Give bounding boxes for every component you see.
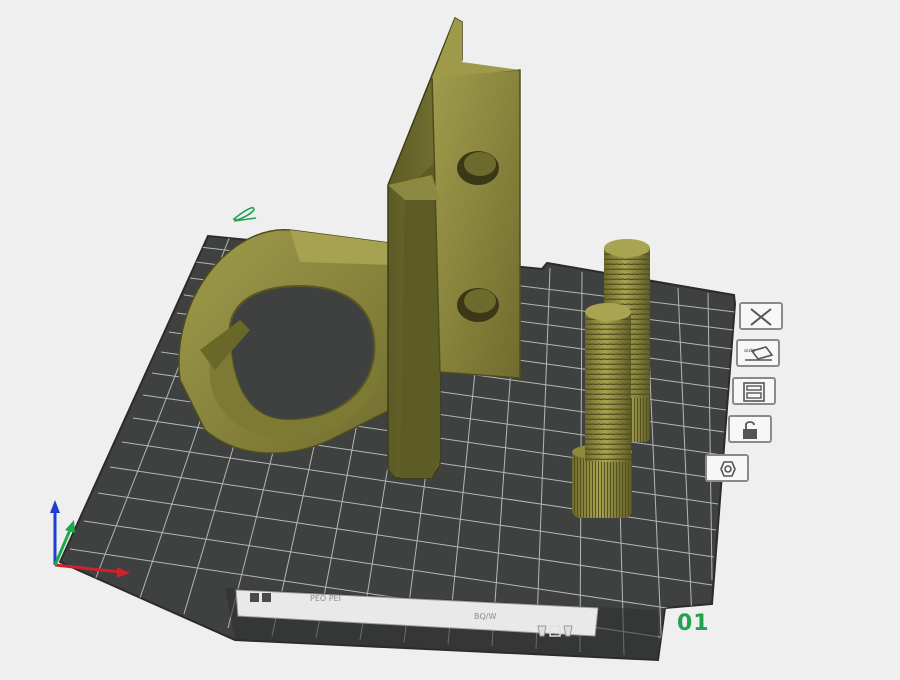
arrange-icon bbox=[743, 382, 765, 402]
plate-toolbar: auto bbox=[705, 302, 789, 492]
close-plate-button[interactable] bbox=[739, 302, 783, 330]
plate-number-label[interactable]: 01 bbox=[677, 611, 710, 636]
svg-text:auto: auto bbox=[744, 348, 755, 354]
bed-footer-right-text: BQ/W bbox=[474, 612, 497, 621]
bed-footer-left-text: PEO PEI bbox=[310, 594, 341, 603]
arrange-button[interactable] bbox=[732, 377, 776, 405]
lock-plate-button[interactable] bbox=[728, 415, 772, 443]
close-icon bbox=[750, 308, 772, 326]
3d-viewport[interactable]: PEO PEI BQ/W 01 auto bbox=[0, 0, 900, 675]
auto-orient-button[interactable]: auto bbox=[736, 339, 780, 367]
z-axis-arrow bbox=[50, 500, 60, 513]
plate-settings-button[interactable] bbox=[705, 454, 749, 482]
lock-icon bbox=[743, 421, 757, 439]
edit-plate-name-icon[interactable] bbox=[231, 205, 259, 223]
settings-hex-icon bbox=[720, 461, 736, 477]
plate-status-icons bbox=[537, 625, 573, 637]
auto-orient-icon: auto bbox=[744, 346, 774, 361]
bed-footer: PEO PEI BQ/W bbox=[252, 590, 582, 621]
y-axis-arrow bbox=[65, 520, 75, 533]
